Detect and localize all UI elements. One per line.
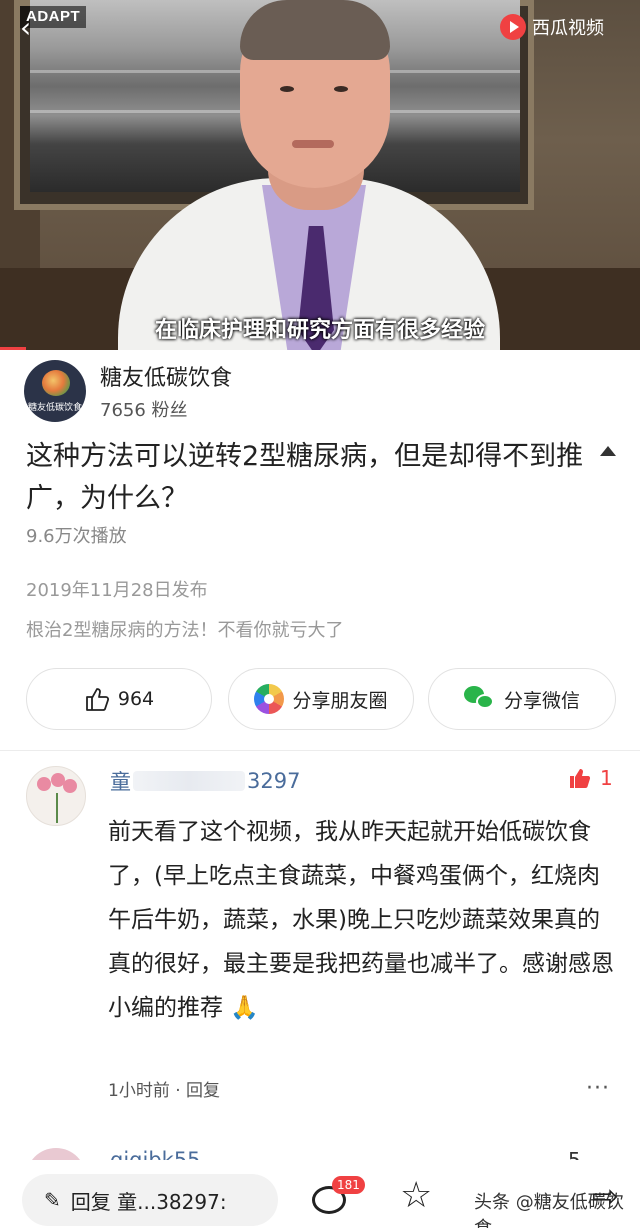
collapse-arrow-icon[interactable] xyxy=(600,446,616,456)
moments-icon xyxy=(254,684,285,714)
comment-username-blur xyxy=(133,771,245,791)
author-row[interactable]: 糖友低碳饮食 糖友低碳饮食 7656 粉丝 xyxy=(24,360,232,422)
like-button[interactable]: 964 xyxy=(26,668,212,730)
reply-input[interactable]: ✎ 回复 童...38297: xyxy=(22,1174,278,1226)
platform-logo: 西瓜视频 xyxy=(500,12,604,42)
action-buttons: 964 分享朋友圈 分享微信 xyxy=(26,668,616,730)
back-icon[interactable]: ‹ xyxy=(20,14,42,42)
more-icon[interactable]: ··· xyxy=(586,1076,610,1101)
author-name[interactable]: 糖友低碳饮食 xyxy=(100,360,232,392)
heart-thumb-icon xyxy=(570,769,591,788)
share-moments-label: 分享朋友圈 xyxy=(292,689,388,712)
comment-username-prefix: 童 xyxy=(110,770,131,794)
video-person-mouth xyxy=(292,140,334,148)
author-fans: 7656 粉丝 xyxy=(100,400,188,421)
star-icon[interactable]: ☆ xyxy=(400,1176,432,1216)
comment-like-button[interactable]: 1 xyxy=(568,766,613,790)
play-logo-icon xyxy=(500,14,526,40)
video-person-hair xyxy=(240,0,390,60)
wechat-icon xyxy=(463,686,496,712)
comment-meta[interactable]: 1小时前 · 回复 xyxy=(108,1076,220,1101)
publish-date: 2019年11月28日发布 xyxy=(26,580,208,601)
avatar-text: 糖友低碳饮食 xyxy=(27,403,82,413)
play-count: 9.6万次播放 xyxy=(26,526,127,547)
author-avatar[interactable]: 糖友低碳饮食 xyxy=(24,360,86,422)
article-title: 这种方法可以逆转2型糖尿病，但是却得不到推广，为什么？ xyxy=(26,441,584,514)
flower-icon xyxy=(37,777,51,791)
video-subtitle: 在临床护理和研究方面有很多经验 xyxy=(154,318,485,343)
flower-stem xyxy=(56,793,58,823)
pen-icon: ✎ xyxy=(44,1188,61,1212)
video-person-eye xyxy=(334,86,348,92)
share-wechat-button[interactable]: 分享微信 xyxy=(428,668,616,730)
comment-button[interactable]: 181 xyxy=(312,1176,365,1218)
comment-username-suffix: 3297 xyxy=(247,769,301,793)
comment-count-badge: 181 xyxy=(332,1176,365,1194)
author-info: 糖友低碳饮食 7656 粉丝 xyxy=(100,360,232,422)
video-person-eye xyxy=(280,86,294,92)
like-count: 964 xyxy=(117,688,155,710)
comment-username[interactable]: 童 3297 xyxy=(110,766,300,796)
video-progress-bar[interactable] xyxy=(0,347,26,350)
bottom-bar: ✎ 回复 童...38297: 181 ☆ 头条 @糖友低碳饮食 ⇨ xyxy=(0,1160,640,1228)
comment-like-count: 1 xyxy=(600,766,613,790)
flower-icon xyxy=(63,779,77,793)
share-wechat-label: 分享微信 xyxy=(503,689,580,712)
section-divider xyxy=(0,750,640,751)
video-player[interactable]: ADAPT ‹ 西瓜视频 在临床护理和研究方面有很多经验 xyxy=(0,0,640,350)
share-icon[interactable]: ⇨ xyxy=(592,1178,619,1214)
comment-text: 前天看了这个视频，我从昨天起就开始低碳饮食了，(早上吃点主食蔬菜，中餐鸡蛋俩个，… xyxy=(108,819,614,1021)
reply-placeholder: 回复 童...38297: xyxy=(70,1189,227,1214)
comment-avatar[interactable] xyxy=(26,766,86,826)
article-summary: 根治2型糖尿病的方法！不看你就亏大了 xyxy=(26,620,344,641)
avatar-logo-icon xyxy=(42,370,70,396)
share-moments-button[interactable]: 分享朋友圈 xyxy=(228,668,414,730)
thumbs-up-icon xyxy=(85,688,109,711)
platform-name: 西瓜视频 xyxy=(532,18,604,39)
